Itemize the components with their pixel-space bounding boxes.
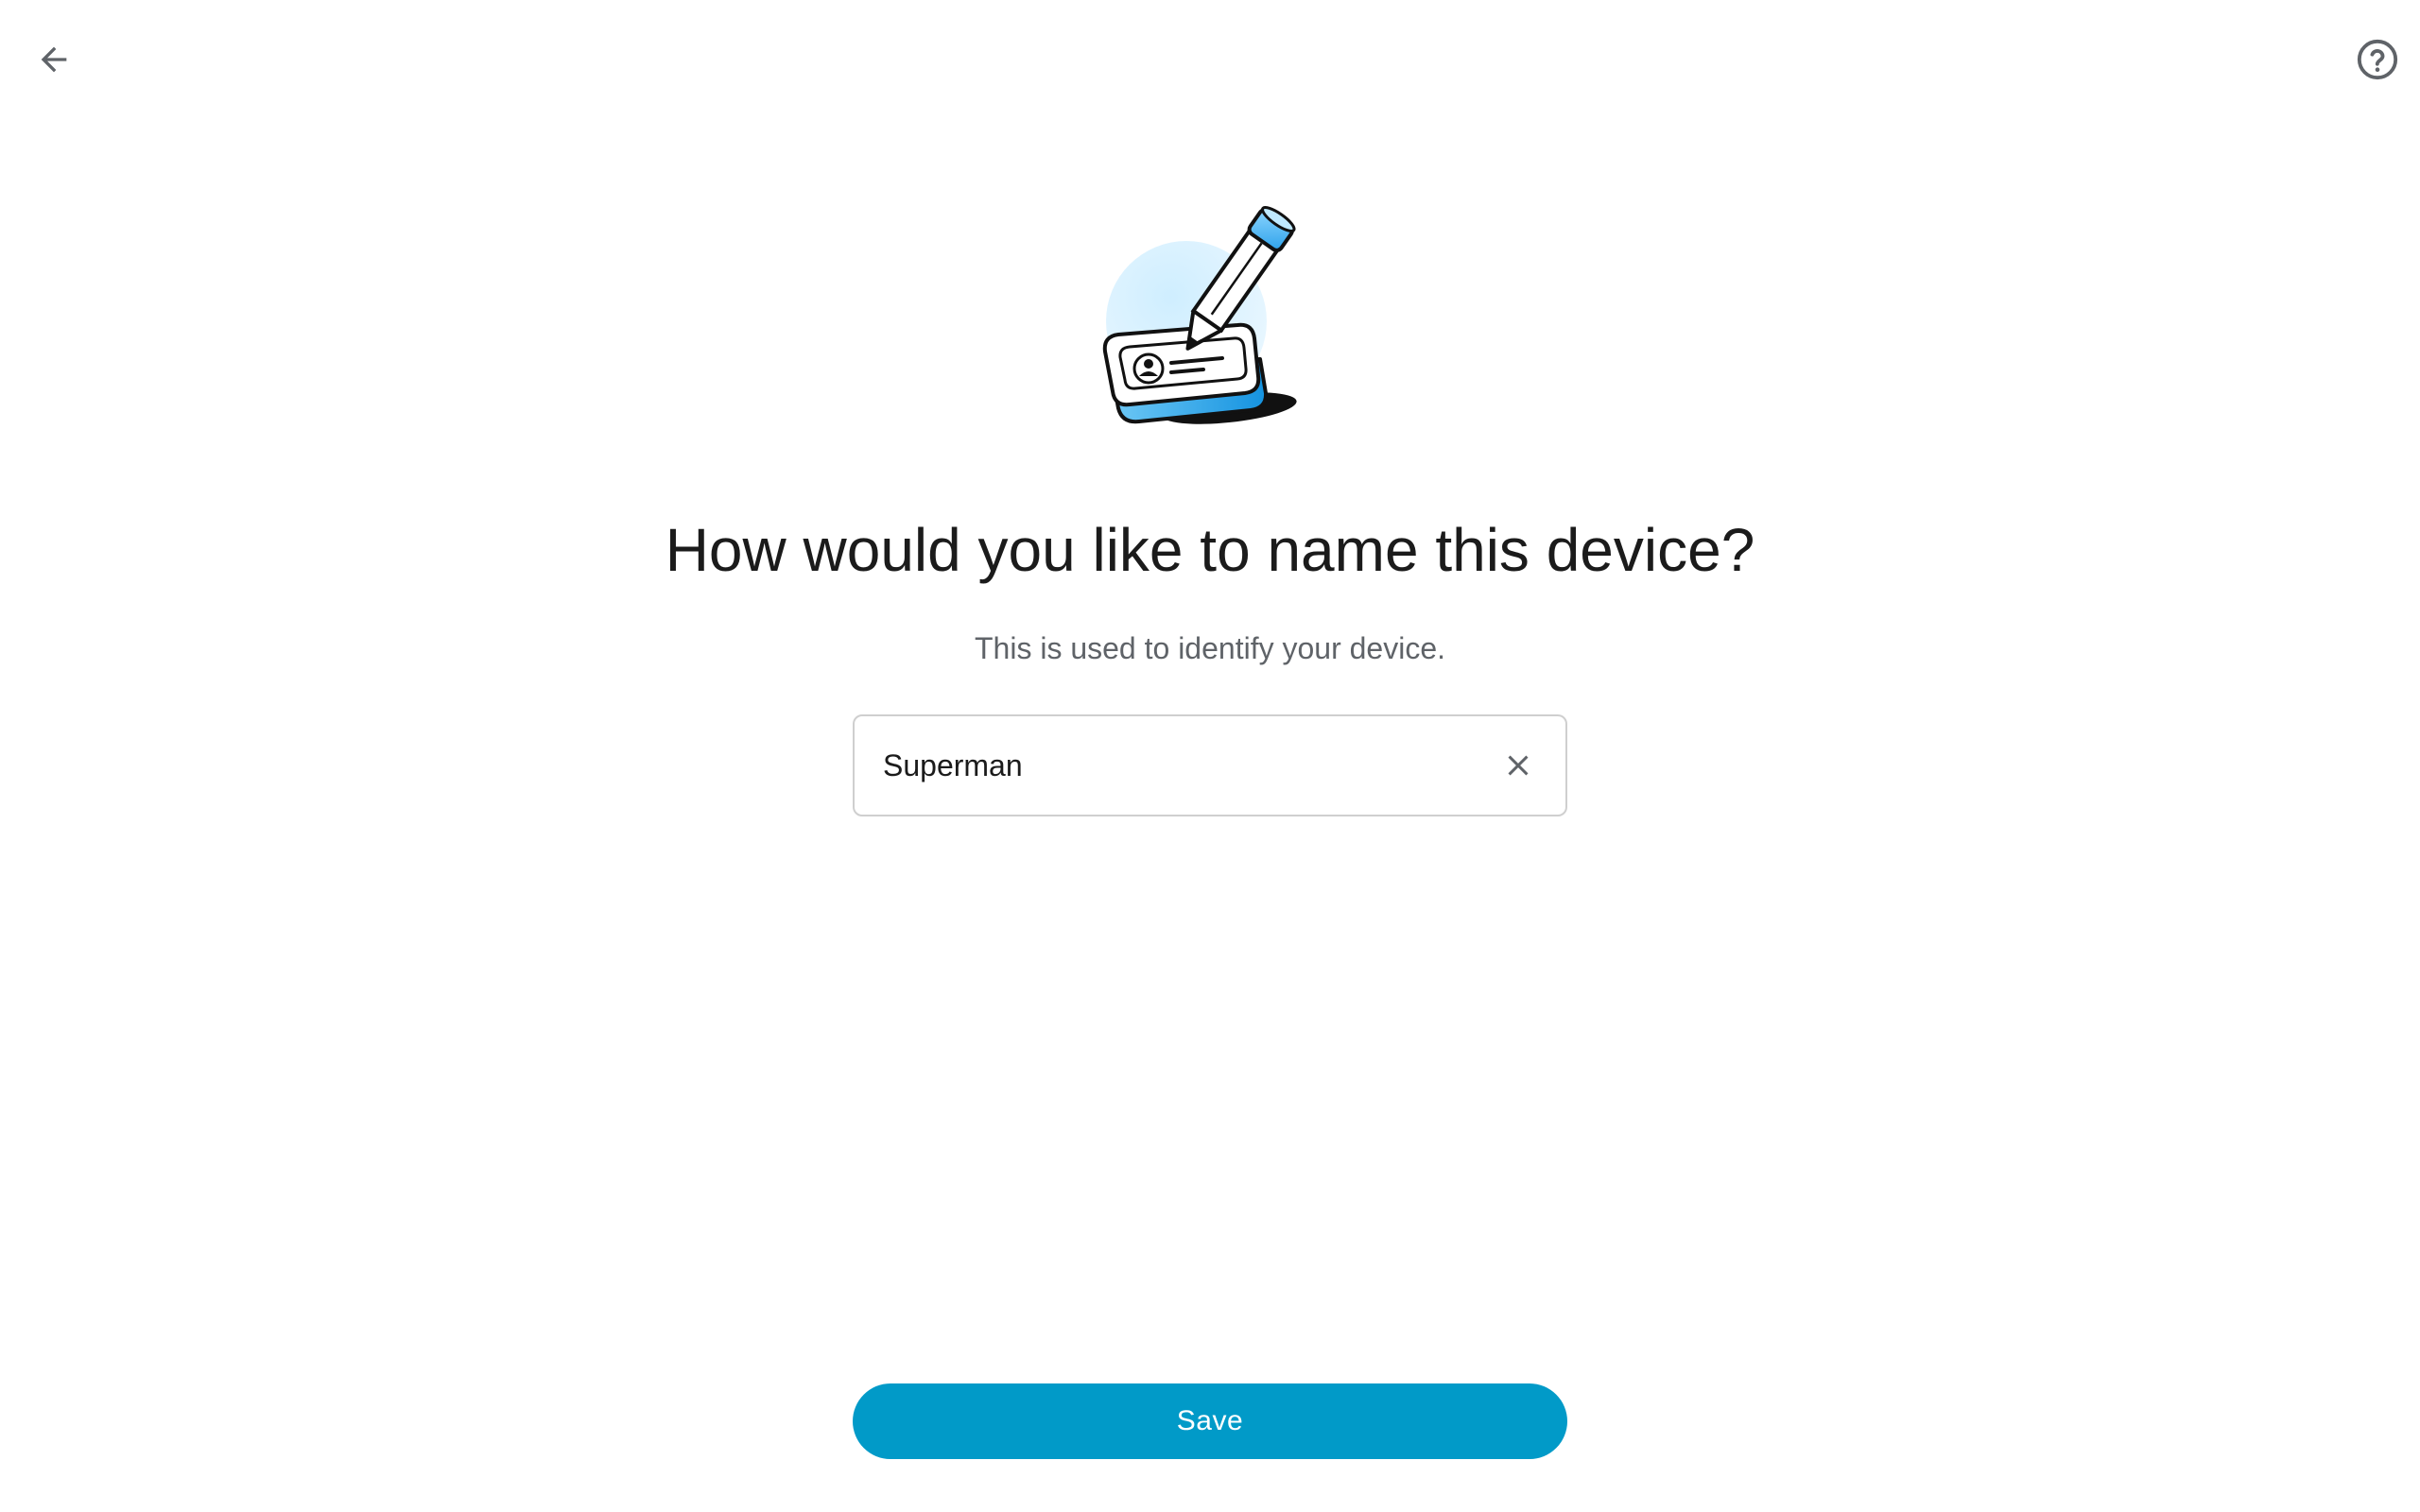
- close-icon: [1508, 755, 1529, 776]
- device-name-field: [853, 714, 1567, 816]
- page-subtitle: This is used to identify your device.: [974, 631, 1445, 665]
- page-title: How would you like to name this device?: [665, 516, 1755, 584]
- help-button[interactable]: [2339, 21, 2416, 98]
- save-button[interactable]: Save: [853, 1383, 1567, 1459]
- device-name-screen: How would you like to name this device? …: [0, 0, 2420, 1512]
- clear-button[interactable]: [1490, 737, 1547, 794]
- pencil-id-card-illustration: [1092, 198, 1328, 435]
- help-circle-icon: [2357, 39, 2398, 80]
- arrow-left-icon: [41, 46, 67, 73]
- device-name-input[interactable]: [883, 716, 1469, 815]
- back-button[interactable]: [15, 21, 93, 98]
